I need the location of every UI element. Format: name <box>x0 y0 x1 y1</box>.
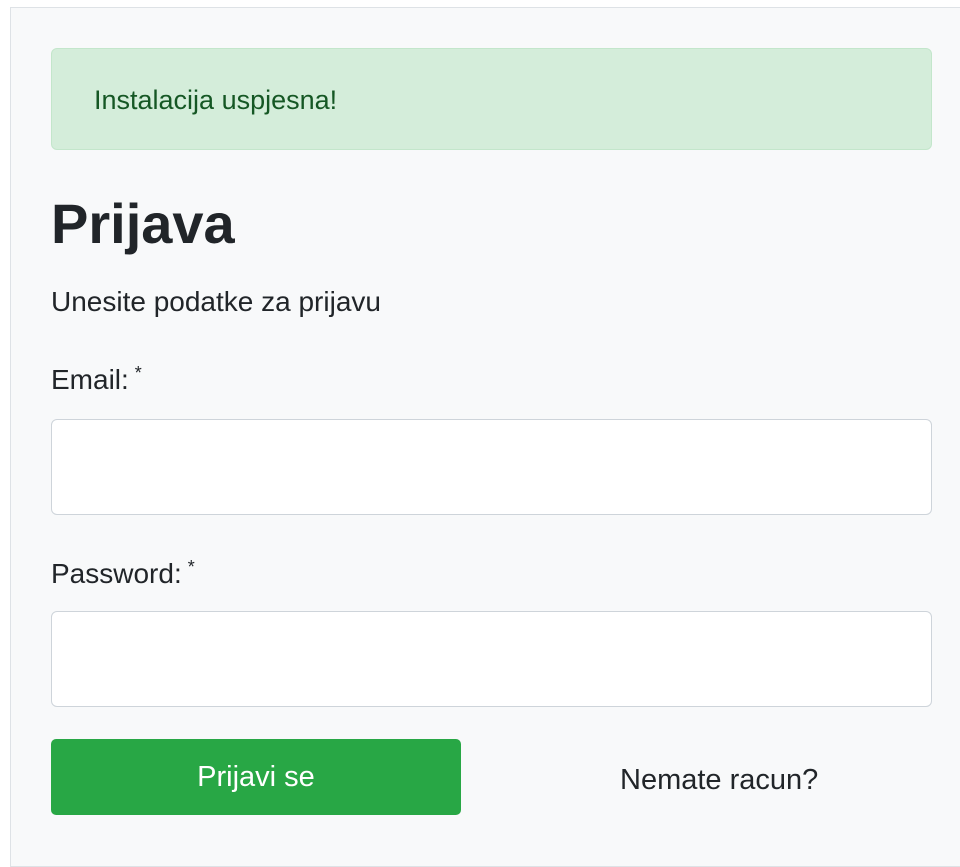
password-required-marker: * <box>187 556 195 577</box>
page-subtitle: Unesite podatke za prijavu <box>51 286 381 317</box>
email-required-marker: * <box>134 362 142 383</box>
password-label: Password: * <box>51 554 195 594</box>
success-alert-message: Instalacija uspjesna! <box>94 85 338 115</box>
register-link[interactable]: Nemate racun? <box>620 760 818 800</box>
login-button[interactable]: Prijavi se <box>51 739 461 815</box>
email-label: Email: * <box>51 360 142 400</box>
email-label-text: Email: <box>51 364 129 395</box>
password-label-text: Password: <box>51 558 182 589</box>
success-alert: Instalacija uspjesna! <box>51 48 932 150</box>
email-field[interactable] <box>51 419 932 515</box>
password-field[interactable] <box>51 611 932 707</box>
page-title: Prijava <box>51 192 235 255</box>
